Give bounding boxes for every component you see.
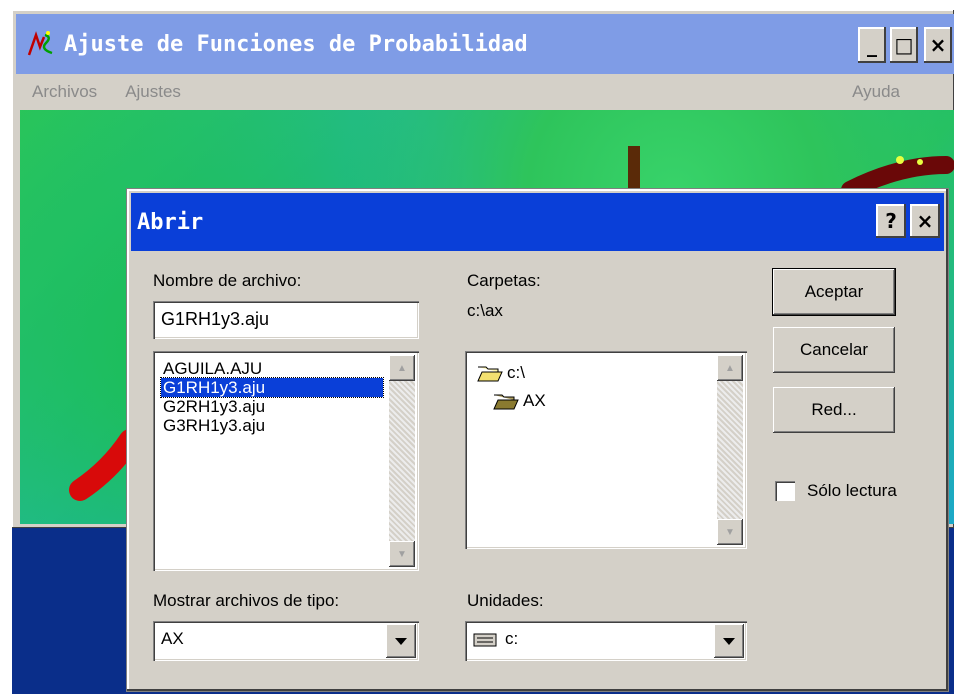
- file-name-label: Nombre de archivo:: [153, 271, 302, 290]
- network-button[interactable]: Red...: [773, 387, 895, 433]
- list-item[interactable]: AGUILA.AJU: [161, 359, 383, 378]
- file-list-items: AGUILA.AJU G1RH1y3.aju G2RH1y3.aju G3RH1…: [160, 359, 384, 435]
- minimize-button[interactable]: _: [858, 27, 886, 63]
- readonly-label[interactable]: Sólo lectura: [807, 481, 897, 501]
- main-window-title: Ajuste de Funciones de Probabilidad: [64, 31, 528, 57]
- readonly-checkbox[interactable]: [775, 481, 795, 501]
- folder-label: c:\: [507, 363, 525, 382]
- open-folder-icon: [477, 364, 503, 382]
- dropdown-arrow-icon[interactable]: [714, 624, 744, 658]
- drives-label: Unidades:: [467, 591, 544, 610]
- menu-archivos[interactable]: Archivos: [16, 82, 109, 102]
- file-name-input[interactable]: G1RH1y3.aju: [153, 301, 419, 339]
- dialog-close-button[interactable]: ×: [910, 204, 940, 238]
- main-title-bar[interactable]: Ajuste de Funciones de Probabilidad _ □ …: [16, 14, 954, 74]
- folder-item-root[interactable]: c:\: [477, 363, 525, 383]
- dialog-title: Abrir: [137, 209, 204, 235]
- folders-label: Carpetas:: [467, 271, 541, 290]
- list-item-selected[interactable]: G1RH1y3.aju: [160, 377, 384, 398]
- scroll-up-icon[interactable]: ▲: [389, 355, 415, 381]
- maximize-button[interactable]: □: [890, 27, 918, 63]
- file-type-value: AX: [161, 629, 184, 648]
- list-item[interactable]: G3RH1y3.aju: [161, 416, 383, 435]
- current-path: c:\ax: [467, 301, 503, 320]
- menu-bar: Archivos Ajustes Ayuda: [16, 74, 954, 110]
- file-type-select[interactable]: AX: [153, 621, 419, 661]
- drive-select[interactable]: c:: [465, 621, 747, 661]
- dropdown-arrow-icon[interactable]: [386, 624, 416, 658]
- menu-ajustes[interactable]: Ajustes: [109, 82, 193, 102]
- folder-list[interactable]: c:\ AX ▲ ▼: [465, 351, 747, 549]
- folder-list-scrollbar[interactable]: ▲ ▼: [717, 355, 743, 545]
- close-button[interactable]: ×: [924, 27, 952, 63]
- folder-item-ax[interactable]: AX: [493, 391, 546, 411]
- accept-button[interactable]: Aceptar: [773, 269, 895, 315]
- scroll-up-icon[interactable]: ▲: [717, 355, 743, 381]
- open-dialog: Abrir ? × Nombre de archivo: G1RH1y3.aju…: [127, 189, 948, 691]
- scroll-down-icon[interactable]: ▼: [389, 541, 415, 567]
- help-button[interactable]: ?: [876, 204, 906, 238]
- desktop-edge-left: [0, 0, 12, 694]
- folder-label: AX: [523, 391, 546, 410]
- drive-icon: [473, 632, 499, 647]
- open-folder-icon: [493, 392, 519, 410]
- app-icon: [26, 29, 56, 59]
- cancel-button[interactable]: Cancelar: [773, 327, 895, 373]
- file-list-scrollbar[interactable]: ▲ ▼: [389, 355, 415, 567]
- desktop-edge-top: [0, 0, 954, 10]
- list-item[interactable]: G2RH1y3.aju: [161, 397, 383, 416]
- menu-ayuda[interactable]: Ayuda: [836, 82, 954, 102]
- file-list[interactable]: AGUILA.AJU G1RH1y3.aju G2RH1y3.aju G3RH1…: [153, 351, 419, 571]
- dialog-title-bar[interactable]: Abrir ? ×: [131, 193, 944, 251]
- file-type-label: Mostrar archivos de tipo:: [153, 591, 340, 610]
- drive-value: c:: [505, 629, 519, 648]
- scroll-down-icon[interactable]: ▼: [717, 519, 743, 545]
